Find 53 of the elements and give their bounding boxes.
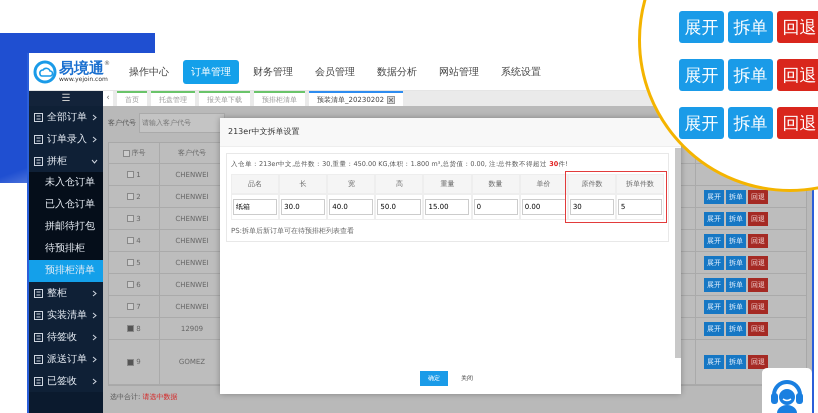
checkbox[interactable] [127,281,134,288]
zoomed-action-button[interactable]: 展开 [679,107,724,139]
zoomed-action-button[interactable]: 展开 [679,11,724,43]
checkbox[interactable] [127,215,134,222]
logo-icon [33,60,57,84]
list-icon [34,354,43,364]
menu-toggle[interactable]: ☰ [29,91,103,106]
checkbox[interactable] [127,171,134,178]
nav-item[interactable]: 财务管理 [245,60,301,84]
zoomed-action-button[interactable]: 展开 [679,59,724,91]
logo-name: 易境通 [59,60,104,76]
sidebar-subitem[interactable]: 待预排柜 [29,238,103,260]
sidebar-item[interactable]: 派送订单 [29,348,103,370]
sidebar-subitem[interactable]: 拼邮待打包 [29,216,103,238]
sidebar-item[interactable]: 已签收 [29,370,103,392]
scrollbar[interactable] [675,148,681,358]
list-icon [34,332,43,342]
list-icon [34,310,43,320]
checkbox[interactable] [122,150,130,156]
list-icon [34,156,43,166]
zoomed-action-button[interactable]: 拆单 [728,11,773,43]
nav-item[interactable]: 数据分析 [369,60,425,84]
sidebar-item[interactable]: 全部订单 [29,106,103,128]
zoomed-action-button[interactable]: 拆单 [728,59,773,91]
checkbox[interactable] [127,193,134,200]
checkbox[interactable] [127,325,134,332]
zoomed-action-button[interactable]: 回退 [777,59,818,91]
close-icon[interactable] [387,96,396,104]
sidebar-item[interactable]: 拼柜 [29,150,103,172]
sidebar-subitem[interactable]: 已入仓订单 [29,194,103,216]
nav-item[interactable]: 会员管理 [307,60,363,84]
sidebar-item[interactable]: 订单录入 [29,128,103,150]
zoomed-action-button[interactable]: 回退 [777,107,818,139]
nav-item[interactable]: 系统设置 [493,60,549,84]
list-icon [34,134,43,144]
checkbox[interactable] [127,259,134,266]
sidebar-item[interactable]: 整柜 [29,282,103,304]
checkbox[interactable] [127,237,134,244]
support-widget[interactable] [762,368,812,413]
sidebar-item[interactable]: 待签收 [29,326,103,348]
sidebar-subitem[interactable]: 未入仓订单 [29,172,103,194]
sidebar-item[interactable]: 实装清单 [29,304,103,326]
checkbox[interactable] [127,303,134,310]
nav-item[interactable]: 操作中心 [121,60,177,84]
dialog-title: 213er中文拆单设置 [220,118,681,147]
nav-item[interactable]: 网站管理 [431,60,487,84]
checkbox[interactable] [127,358,134,366]
zoomed-action-button[interactable]: 回退 [777,11,818,43]
zoomed-action-button[interactable]: 拆单 [728,107,773,139]
tab-scroll-button[interactable]: ‹ [103,91,113,106]
list-icon [34,112,43,122]
list-icon [34,376,43,386]
list-icon [34,288,43,298]
